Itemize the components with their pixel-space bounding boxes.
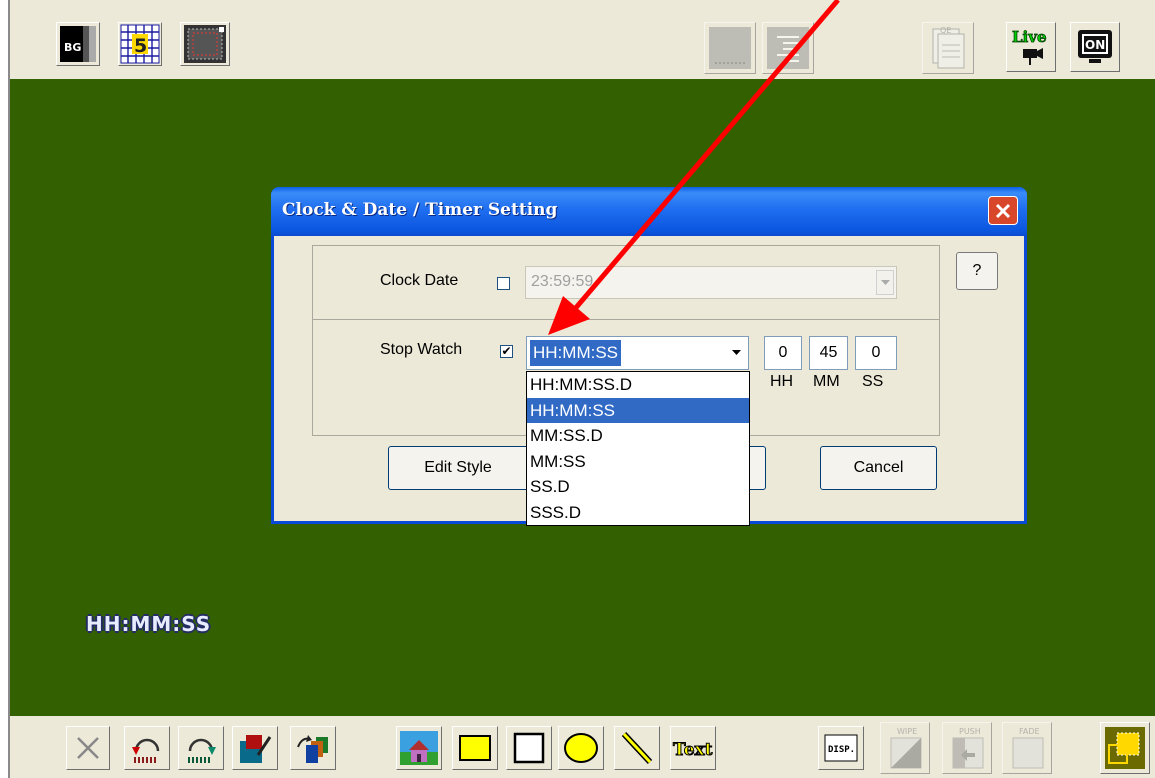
annotation-arrow bbox=[548, 0, 840, 335]
